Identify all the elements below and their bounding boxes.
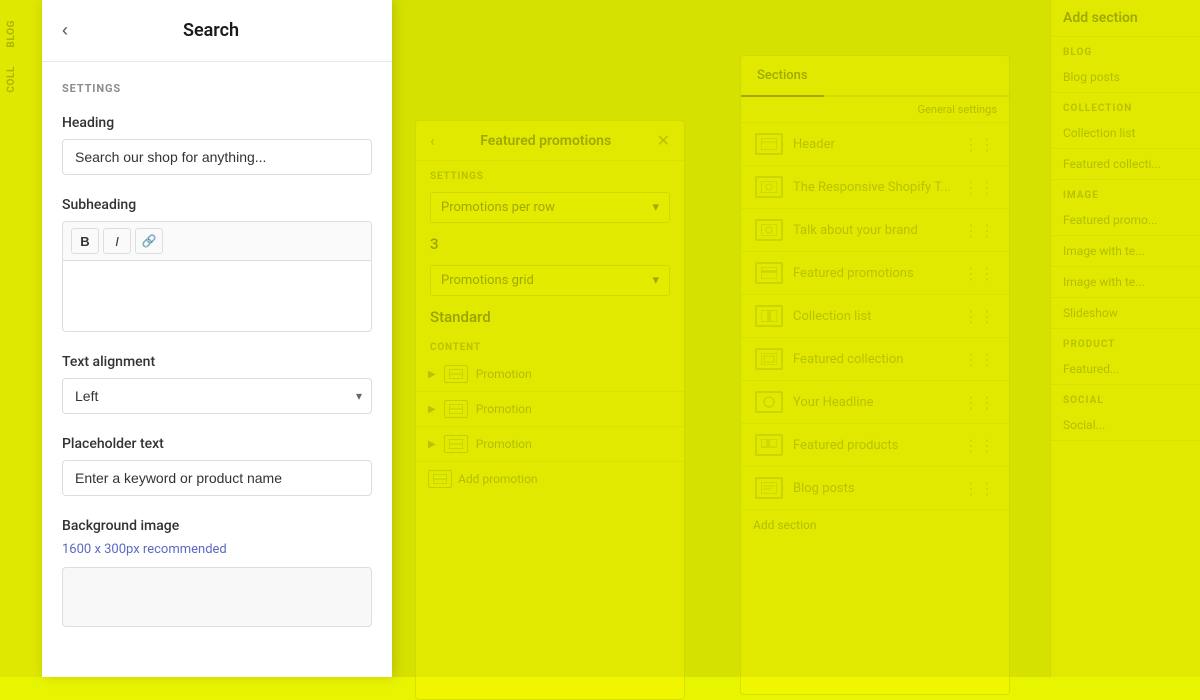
- text-alignment-select[interactable]: Left Center Right: [62, 378, 372, 414]
- bg-coll-label: COLL: [6, 66, 36, 93]
- text-alignment-label: Text alignment: [62, 354, 372, 370]
- bold-button[interactable]: B: [71, 228, 99, 254]
- subheading-field-group: Subheading B I 🔗: [62, 197, 372, 332]
- italic-button[interactable]: I: [103, 228, 131, 254]
- settings-section: SETTINGS Heading Subheading B I 🔗: [42, 62, 392, 627]
- text-alignment-field-group: Text alignment Left Center Right ▾: [62, 354, 372, 414]
- rich-toolbar: B I 🔗: [63, 222, 371, 261]
- background-image-label: Background image: [62, 518, 372, 534]
- subheading-label: Subheading: [62, 197, 372, 213]
- placeholder-input[interactable]: [62, 460, 372, 496]
- main-panel: ‹ Search SETTINGS Heading Subheading B I: [42, 0, 392, 677]
- bg-overlay: [392, 0, 1200, 677]
- heading-input[interactable]: [62, 139, 372, 175]
- panel-title: Search: [76, 20, 346, 41]
- subheading-rich-editor: B I 🔗: [62, 221, 372, 332]
- heading-field-group: Heading: [62, 115, 372, 175]
- text-alignment-select-wrapper: Left Center Right ▾: [62, 378, 372, 414]
- bg-left-sidebar: BLOG COLL: [0, 0, 42, 677]
- subheading-content[interactable]: [63, 261, 371, 331]
- heading-label: Heading: [62, 115, 372, 131]
- background-image-field-group: Background image 1600 x 300px recommende…: [62, 518, 372, 627]
- bg-blog-label: BLOG: [6, 20, 36, 48]
- settings-label: SETTINGS: [62, 82, 372, 95]
- panel-header: ‹ Search: [42, 0, 392, 62]
- back-button[interactable]: ‹: [62, 16, 76, 45]
- placeholder-field-group: Placeholder text: [62, 436, 372, 496]
- back-chevron-icon: ‹: [62, 20, 68, 41]
- placeholder-label: Placeholder text: [62, 436, 372, 452]
- background-image-box[interactable]: [62, 567, 372, 627]
- link-button[interactable]: 🔗: [135, 228, 163, 254]
- link-icon: 🔗: [142, 234, 157, 248]
- background-image-hint-link[interactable]: 1600 x 300px recommended: [62, 542, 372, 557]
